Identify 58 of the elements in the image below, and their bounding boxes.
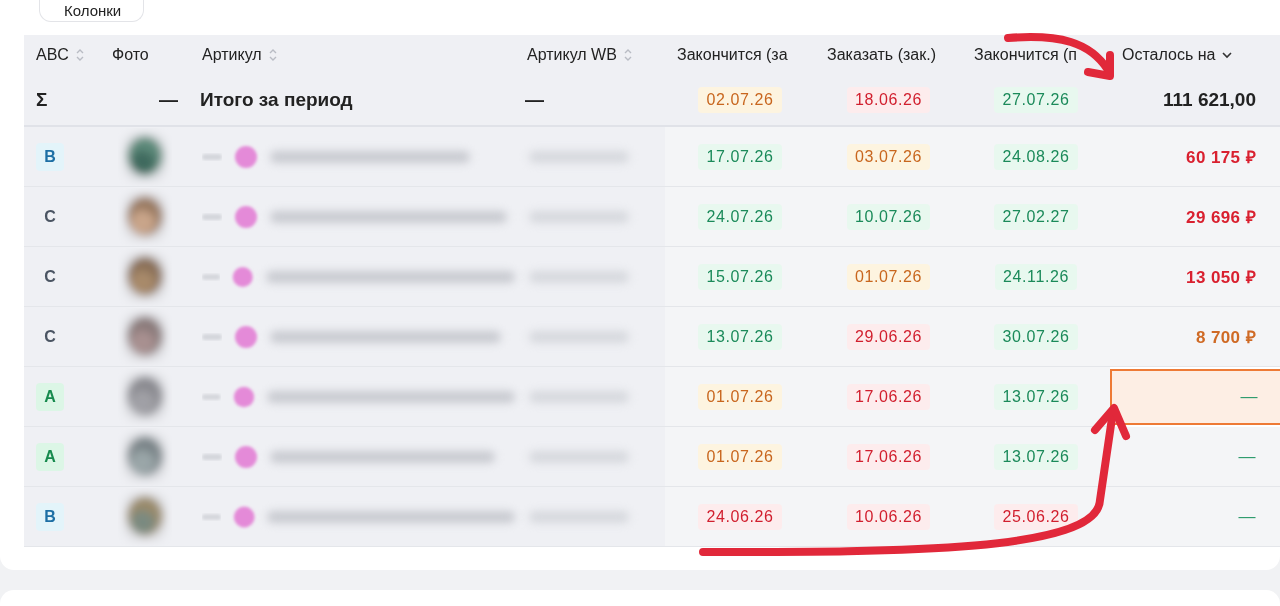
amount: 60 175 ₽ [1110,127,1280,187]
drag-handle-icon[interactable] [202,151,222,162]
abc-grade: B [36,142,64,171]
column-header[interactable]: Артикул [202,46,262,64]
sort-icon[interactable] [267,48,278,62]
table-cell: — [159,89,178,111]
table-cell: — [525,89,544,111]
date-tag: 27.02.27 [994,203,1078,230]
abc-grade: C [43,206,57,227]
sort-icon[interactable] [74,48,85,62]
sort-icon[interactable] [622,48,633,62]
drag-handle-icon[interactable] [202,271,221,282]
date-tag: 01.07.26 [698,383,782,410]
abc-grade: B [36,502,64,531]
column-header[interactable]: ABC [36,46,69,64]
chevron-down-icon[interactable] [1221,51,1234,59]
drag-handle-icon[interactable] [202,211,222,222]
date-tag: 30.07.26 [994,323,1078,350]
date-tag: 24.07.26 [698,203,782,230]
drag-handle-icon[interactable] [202,331,222,342]
abc-grade: A [36,382,64,411]
amount: — [1110,369,1280,425]
date-tag: 18.06.26 [846,87,931,113]
date-tag: 24.11.26 [995,263,1077,290]
columns-button[interactable]: Колонки [39,0,145,22]
date-tag: 27.07.26 [994,87,1078,113]
date-tag: 24.06.26 [698,503,782,530]
date-tag: 17.06.26 [846,443,931,470]
amount: — [1110,427,1280,487]
drag-handle-icon[interactable] [202,511,221,522]
amount: — [1110,487,1280,547]
date-tag: 10.06.26 [846,503,931,530]
column-header[interactable]: Фото [112,46,149,64]
amount: 29 696 ₽ [1110,187,1280,247]
date-tag: 25.06.26 [994,503,1078,530]
date-tag: 10.07.26 [846,203,931,230]
sum-symbol: Σ [36,89,48,111]
date-tag: 17.07.26 [698,143,782,170]
abc-grade: C [43,326,57,347]
date-tag: 01.07.26 [698,443,782,470]
amount: 13 050 ₽ [1110,247,1280,307]
date-tag: 29.06.26 [846,323,931,350]
date-tag: 02.07.26 [698,87,782,113]
date-tag: 13.07.26 [698,323,782,350]
date-tag: 13.07.26 [994,443,1078,470]
total-label: Итого за период [200,89,353,111]
date-tag: 01.07.26 [846,263,931,290]
date-tag: 13.07.26 [994,383,1078,410]
total-amount: 111 621,00 [1163,89,1256,111]
date-tag: 15.07.26 [698,263,782,290]
drag-handle-icon[interactable] [202,451,222,462]
date-tag: 03.07.26 [846,143,931,170]
abc-grade: C [43,266,57,287]
amount: 8 700 ₽ [1110,307,1280,367]
abc-grade: A [36,442,64,471]
drag-handle-icon[interactable] [202,391,221,402]
date-tag: 24.08.26 [994,143,1078,170]
date-tag: 17.06.26 [846,383,931,410]
